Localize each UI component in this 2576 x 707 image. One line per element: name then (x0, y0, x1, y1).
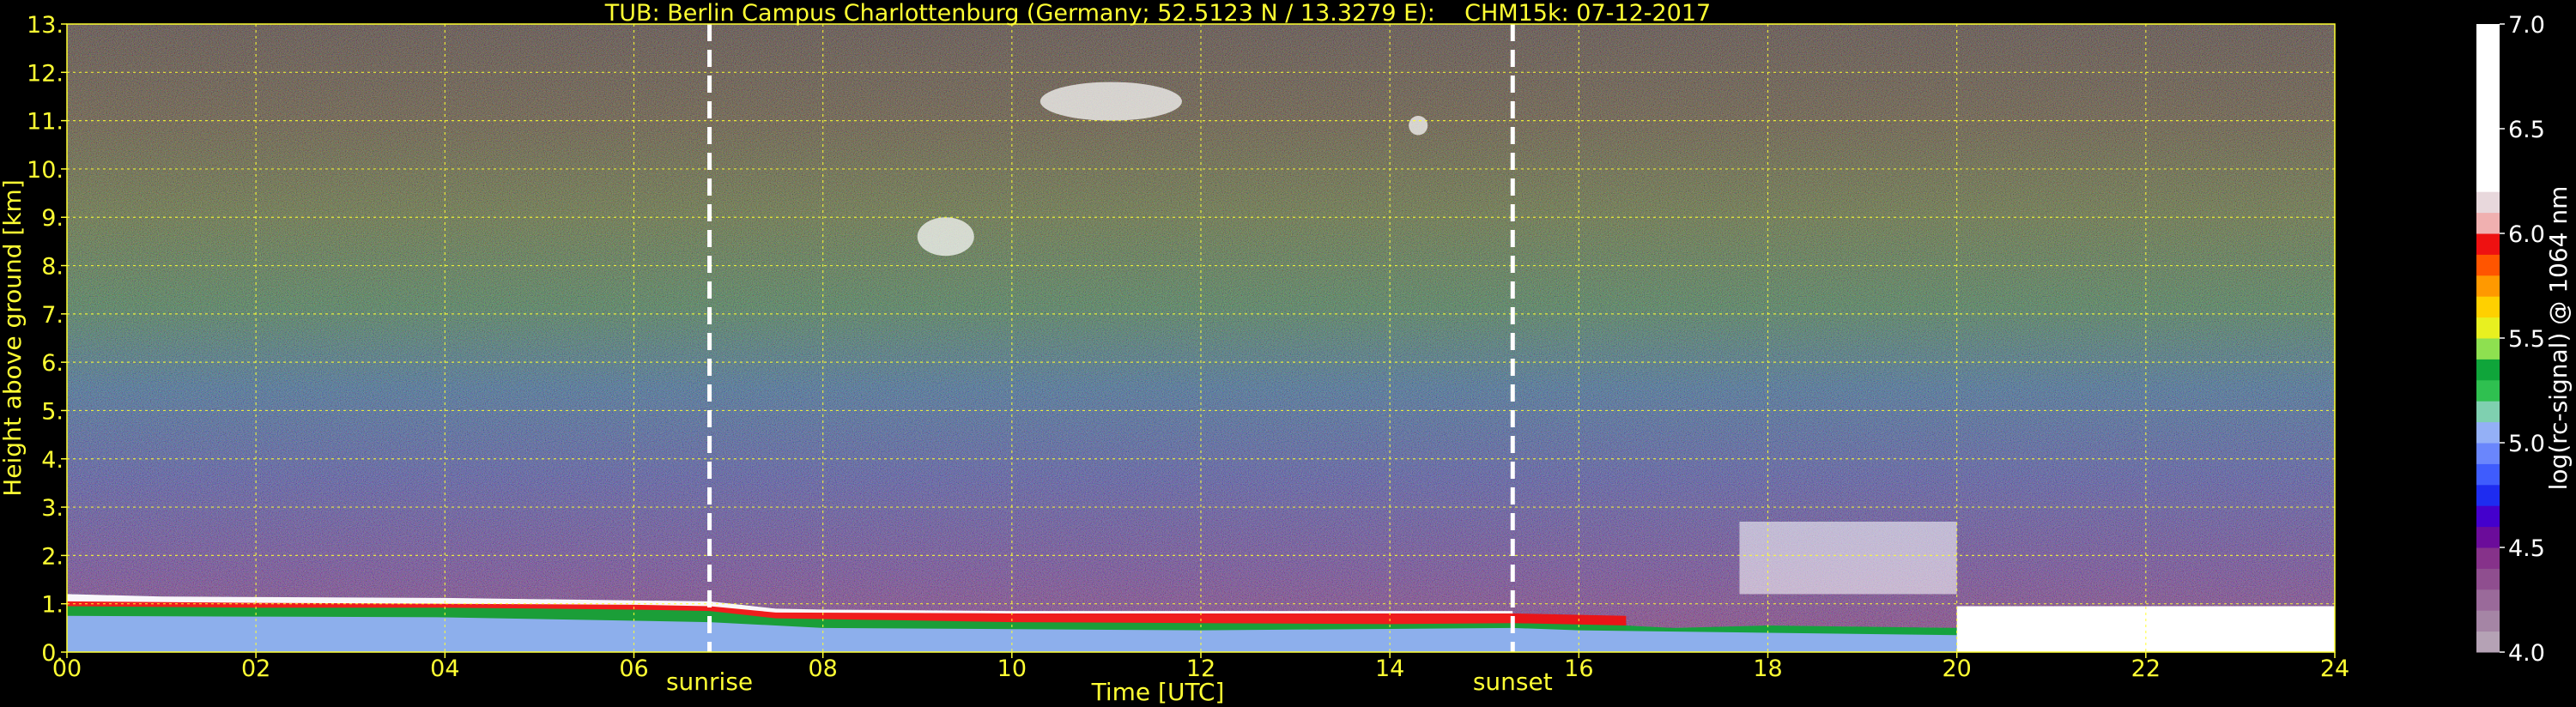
colorbar-tick-label: 5.5 (2508, 326, 2545, 353)
x-tick-label: 14 (1375, 656, 1404, 682)
y-tick-label: 9. (41, 205, 64, 232)
colorbar-tick-label: 4.0 (2508, 640, 2545, 667)
colorbar-segment (2476, 24, 2500, 192)
x-tick-label: 16 (1564, 656, 1593, 682)
y-tick-label: 13. (27, 12, 64, 39)
sunrise-label: sunrise (666, 668, 753, 696)
plot-area (67, 24, 2335, 652)
x-tick-label: 06 (619, 656, 648, 682)
colorbar-segment (2476, 589, 2500, 611)
colorbar-segment (2476, 317, 2500, 339)
y-axis-label: Height above ground [km] (0, 179, 27, 497)
colorbar-segment (2476, 484, 2500, 506)
y-tick-label: 0. (41, 640, 64, 667)
y-tick-label: 2. (41, 543, 64, 570)
colorbar-segment (2476, 463, 2500, 486)
colorbar-segment (2476, 547, 2500, 569)
colorbar-tick-label: 5.0 (2508, 431, 2545, 457)
chart-title: TUB: Berlin Campus Charlottenburg (Germa… (604, 0, 1711, 27)
y-tick-label: 6. (41, 350, 64, 377)
y-tick-label: 12. (27, 60, 64, 87)
colorbar-segment (2476, 443, 2500, 464)
y-tick-label: 3. (41, 495, 64, 522)
colorbar-segment (2476, 505, 2500, 528)
colorbar-segment (2476, 296, 2500, 318)
ceilometer-chart: 00 02 04 06 08 10 12 14 16 18 20 22 240.1.2.3.4.5.6.… (0, 0, 2573, 706)
x-tick-label: 18 (1753, 656, 1782, 682)
colorbar-segment (2476, 421, 2500, 444)
colorbar-segment (2476, 379, 2500, 402)
low-cloud (1739, 521, 1957, 595)
y-tick-label: 5. (41, 398, 64, 425)
colorbar-tick-label: 6.0 (2508, 221, 2545, 248)
y-tick-label: 11. (27, 109, 64, 136)
colorbar: 4.0 4.5 5.0 5.5 6.0 6.5 7.0 (2476, 12, 2545, 667)
y-tick-label: 10. (27, 157, 64, 184)
y-tick-label: 7. (41, 302, 64, 329)
colorbar-segment (2476, 233, 2500, 255)
x-tick-label: 10 (997, 656, 1027, 682)
colorbar-segment (2476, 275, 2500, 297)
colorbar-segment (2476, 191, 2500, 214)
colorbar-segment (2476, 338, 2500, 360)
colorbar-segment (2476, 610, 2500, 632)
y-tick-label: 1. (41, 592, 64, 619)
x-axis-label: Time [UTC] (1091, 678, 1225, 706)
x-tick-label: 08 (808, 656, 837, 682)
x-tick-label: 24 (2320, 656, 2349, 682)
colorbar-tick-label: 7.0 (2508, 12, 2545, 39)
colorbar-label: log(rc-signal) @ 1064 nm (2544, 186, 2573, 491)
colorbar-segment (2476, 401, 2500, 423)
colorbar-segment (2476, 254, 2500, 276)
sunset-label: sunset (1473, 668, 1553, 696)
y-tick-label: 8. (41, 254, 64, 281)
cirrus (1039, 82, 1182, 121)
colorbar-segment (2476, 212, 2500, 234)
colorbar-segment (2476, 568, 2500, 590)
x-tick-label: 20 (1942, 656, 1971, 682)
x-tick-label: 22 (2131, 656, 2161, 682)
colorbar-segment (2476, 359, 2500, 381)
cirrus (917, 217, 974, 257)
x-tick-label: 02 (241, 656, 270, 682)
cirrus (1409, 115, 1428, 136)
colorbar-tick-label: 6.5 (2508, 117, 2545, 143)
x-tick-label: 04 (430, 656, 459, 682)
colorbar-segment (2476, 631, 2500, 653)
colorbar-segment (2476, 526, 2500, 548)
colorbar-tick-label: 4.5 (2508, 535, 2545, 562)
y-tick-label: 4. (41, 447, 64, 474)
